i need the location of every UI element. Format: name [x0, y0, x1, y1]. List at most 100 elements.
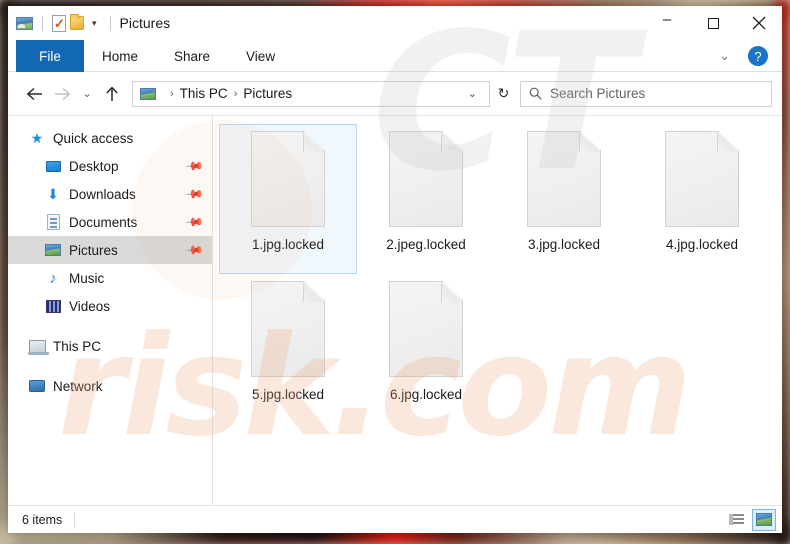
toolbar-divider-2 [109, 15, 111, 31]
status-divider [74, 512, 76, 527]
page-fold-icon [441, 282, 462, 302]
new-folder-icon[interactable] [70, 14, 84, 30]
sidebar-item-label: This PC [53, 338, 102, 354]
tab-share-label: Share [174, 48, 211, 64]
this-pc-icon [27, 337, 49, 355]
locked-file-icon [251, 281, 325, 377]
address-dropdown-icon[interactable]: ⌄ [462, 87, 483, 100]
pin-icon[interactable]: 📌 [184, 156, 204, 176]
help-button[interactable]: ? [748, 46, 768, 66]
file-name-label: 2.jpeg.locked [386, 237, 466, 252]
search-input[interactable]: Search Pictures [550, 86, 645, 101]
item-count-label: 6 items [22, 512, 63, 527]
sidebar-item-label: Downloads [69, 186, 136, 202]
file-item[interactable]: 3.jpg.locked [495, 124, 633, 274]
explorer-body: ★ Quick access Desktop 📌 ⬇ Downloads 📌 D… [8, 116, 782, 505]
sidebar-item-network[interactable]: Network [8, 372, 212, 400]
quick-access-toolbar: ▾ [8, 14, 116, 32]
ribbon-tab-strip: File Home Share View ⌄ ? [8, 40, 782, 72]
locked-file-icon [389, 131, 463, 227]
file-item[interactable]: 2.jpeg.locked [357, 124, 495, 274]
file-item[interactable]: 5.jpg.locked [219, 274, 357, 424]
tab-file[interactable]: File [16, 40, 84, 72]
chevron-down-icon[interactable]: ⌄ [709, 48, 740, 64]
breadcrumb-separator-1: › [170, 87, 174, 100]
sidebar-item-music[interactable]: ♪ Music [8, 264, 212, 292]
tab-view-label: View [246, 48, 276, 64]
close-icon [752, 16, 766, 30]
sidebar-item-desktop[interactable]: Desktop 📌 [8, 152, 212, 180]
file-name-label: 6.jpg.locked [389, 387, 463, 402]
file-list-pane[interactable]: 1.jpg.locked 2.jpeg.locked 3.jpg.locked [213, 116, 782, 505]
file-name-label: 1.jpg.locked [251, 237, 325, 252]
ribbon-right-controls: ⌄ ? [709, 40, 776, 72]
details-view-icon [728, 514, 744, 525]
document-icon [44, 213, 62, 231]
star-icon: ★ [30, 129, 44, 146]
tab-file-label: File [39, 48, 61, 64]
status-bar: 6 items [8, 505, 782, 533]
forward-button[interactable] [48, 80, 76, 108]
sidebar-item-label: Music [69, 270, 105, 286]
address-bar[interactable]: › This PC › Pictures ⌄ [132, 80, 490, 107]
customize-caret-icon[interactable]: ▾ [88, 18, 101, 28]
address-bar-row: ⌄ › This PC › Pictures ⌄ ↻ Search Pictur… [8, 72, 782, 116]
chevron-down-icon: ⌄ [82, 88, 92, 100]
large-icons-view-icon [756, 513, 772, 526]
view-mode-buttons [724, 508, 776, 531]
back-button[interactable] [20, 80, 48, 108]
file-item[interactable]: 4.jpg.locked [633, 124, 771, 274]
minimize-button[interactable]: – [644, 6, 690, 40]
file-name-label: 5.jpg.locked [251, 387, 325, 402]
sidebar-item-label: Pictures [69, 242, 118, 258]
navigation-pane: ★ Quick access Desktop 📌 ⬇ Downloads 📌 D… [8, 116, 213, 505]
sidebar-item-this-pc[interactable]: This PC [8, 332, 212, 360]
refresh-button[interactable]: ↻ [490, 81, 518, 107]
download-icon: ⬇ [47, 186, 59, 202]
pictures-properties-icon[interactable] [16, 16, 33, 30]
desktop-icon [44, 157, 62, 175]
sidebar-item-documents[interactable]: Documents 📌 [8, 208, 212, 236]
tab-view[interactable]: View [228, 40, 293, 72]
sidebar-item-videos[interactable]: Videos [8, 292, 212, 320]
breadcrumb-this-pc[interactable]: This PC [180, 86, 228, 101]
recent-locations-button[interactable]: ⌄ [76, 80, 98, 108]
toolbar-divider [42, 15, 43, 31]
page-fold-icon [579, 132, 600, 152]
forward-arrow-icon [54, 87, 70, 100]
large-icons-view-button[interactable] [752, 508, 776, 531]
refresh-icon: ↻ [497, 85, 510, 101]
close-button[interactable] [736, 6, 782, 40]
up-button[interactable] [98, 80, 126, 108]
sidebar-item-label: Documents [69, 214, 138, 230]
maximize-button[interactable] [690, 6, 736, 40]
pin-icon[interactable]: 📌 [184, 212, 204, 232]
caption-buttons: – [644, 6, 782, 40]
tab-share[interactable]: Share [156, 40, 228, 72]
pin-icon[interactable]: 📌 [184, 184, 204, 204]
sidebar-item-pictures[interactable]: Pictures 📌 [8, 236, 212, 264]
sidebar-item-quick-access[interactable]: ★ Quick access [8, 124, 212, 152]
pictures-icon [44, 241, 62, 259]
sidebar-item-downloads[interactable]: ⬇ Downloads 📌 [8, 180, 212, 208]
back-arrow-icon [26, 87, 42, 100]
breadcrumb-pictures[interactable]: Pictures [243, 86, 292, 101]
locked-file-icon [251, 131, 325, 227]
tab-home[interactable]: Home [84, 40, 156, 72]
page-fold-icon [303, 282, 324, 302]
search-icon [529, 87, 542, 100]
page-fold-icon [441, 132, 462, 152]
pin-icon[interactable]: 📌 [184, 240, 204, 260]
file-item[interactable]: 6.jpg.locked [357, 274, 495, 424]
network-icon [28, 377, 46, 395]
up-arrow-icon [106, 86, 118, 101]
search-box[interactable]: Search Pictures [520, 80, 772, 107]
properties-icon[interactable] [52, 14, 66, 32]
file-name-label: 4.jpg.locked [665, 237, 739, 252]
file-item[interactable]: 1.jpg.locked [219, 124, 357, 274]
breadcrumb-separator-2: › [233, 87, 238, 100]
details-view-button[interactable] [724, 509, 748, 531]
pictures-icon [140, 87, 156, 100]
